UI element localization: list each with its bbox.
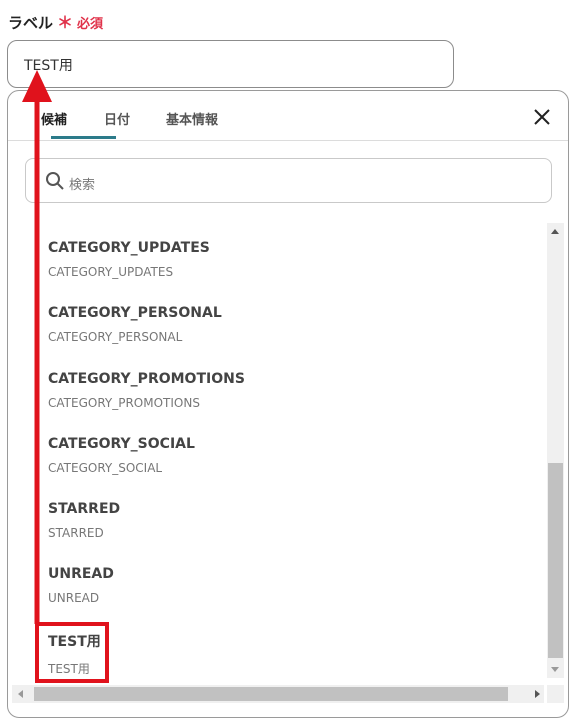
label-value-input[interactable]: TEST用	[7, 40, 454, 88]
item-subtitle: CATEGORY_PROMOTIONS	[48, 396, 200, 410]
search-icon	[46, 172, 64, 190]
list-item[interactable]: UNREAD UNREAD	[48, 566, 114, 605]
item-subtitle: TEST用	[48, 662, 90, 676]
label-value-text: TEST用	[24, 58, 73, 74]
scrollbar-corner	[547, 685, 564, 703]
tab-bar: 候補 日付 基本情報	[8, 91, 568, 141]
list-item[interactable]: CATEGORY_SOCIAL CATEGORY_SOCIAL	[48, 436, 195, 475]
item-title: TEST用	[48, 634, 101, 650]
required-mark: ＊	[57, 13, 74, 32]
label-text: ラベル	[8, 14, 54, 32]
scroll-right-arrow[interactable]	[535, 690, 540, 698]
item-subtitle: STARRED	[48, 526, 104, 540]
horizontal-scroll-thumb[interactable]	[34, 687, 508, 701]
active-tab-indicator	[51, 136, 116, 139]
tab-candidates[interactable]: 候補	[41, 109, 67, 128]
suggestion-list: CATEGORY_UPDATES CATEGORY_UPDATES CATEGO…	[8, 221, 548, 681]
tab-basic-info[interactable]: 基本情報	[166, 109, 218, 128]
vertical-scroll-thumb[interactable]	[548, 463, 563, 658]
item-subtitle: CATEGORY_PERSONAL	[48, 330, 183, 344]
list-item[interactable]: CATEGORY_PROMOTIONS CATEGORY_PROMOTIONS	[48, 371, 245, 410]
field-label: ラベル ＊ 必須	[8, 9, 103, 33]
item-title: CATEGORY_PERSONAL	[48, 305, 222, 321]
list-item[interactable]: CATEGORY_UPDATES CATEGORY_UPDATES	[48, 240, 210, 279]
item-subtitle: UNREAD	[48, 591, 100, 605]
item-title: STARRED	[48, 501, 121, 517]
required-text: 必須	[77, 17, 104, 32]
close-icon[interactable]	[532, 107, 552, 127]
list-item[interactable]: STARRED STARRED	[48, 501, 120, 540]
item-subtitle: CATEGORY_SOCIAL	[48, 461, 163, 475]
tab-date[interactable]: 日付	[104, 109, 130, 128]
horizontal-scrollbar[interactable]	[12, 685, 544, 703]
search-input[interactable]: 検索	[25, 158, 552, 203]
scroll-up-arrow[interactable]	[551, 229, 559, 234]
item-subtitle: CATEGORY_UPDATES	[48, 265, 174, 279]
item-title: UNREAD	[48, 566, 114, 582]
suggestion-dropdown: 候補 日付 基本情報 検索 CATEGORY_UPDATES CATEGORY_…	[7, 90, 569, 718]
search-placeholder: 検索	[69, 178, 96, 193]
item-title: CATEGORY_UPDATES	[48, 240, 210, 256]
scroll-down-arrow[interactable]	[551, 667, 559, 672]
item-title: CATEGORY_PROMOTIONS	[48, 371, 245, 387]
item-title: CATEGORY_SOCIAL	[48, 436, 195, 452]
vertical-scrollbar[interactable]	[547, 223, 564, 678]
list-item[interactable]: CATEGORY_PERSONAL CATEGORY_PERSONAL	[48, 305, 222, 344]
scroll-left-arrow[interactable]	[18, 690, 23, 698]
list-item-test[interactable]: TEST用 TEST用	[48, 631, 101, 677]
